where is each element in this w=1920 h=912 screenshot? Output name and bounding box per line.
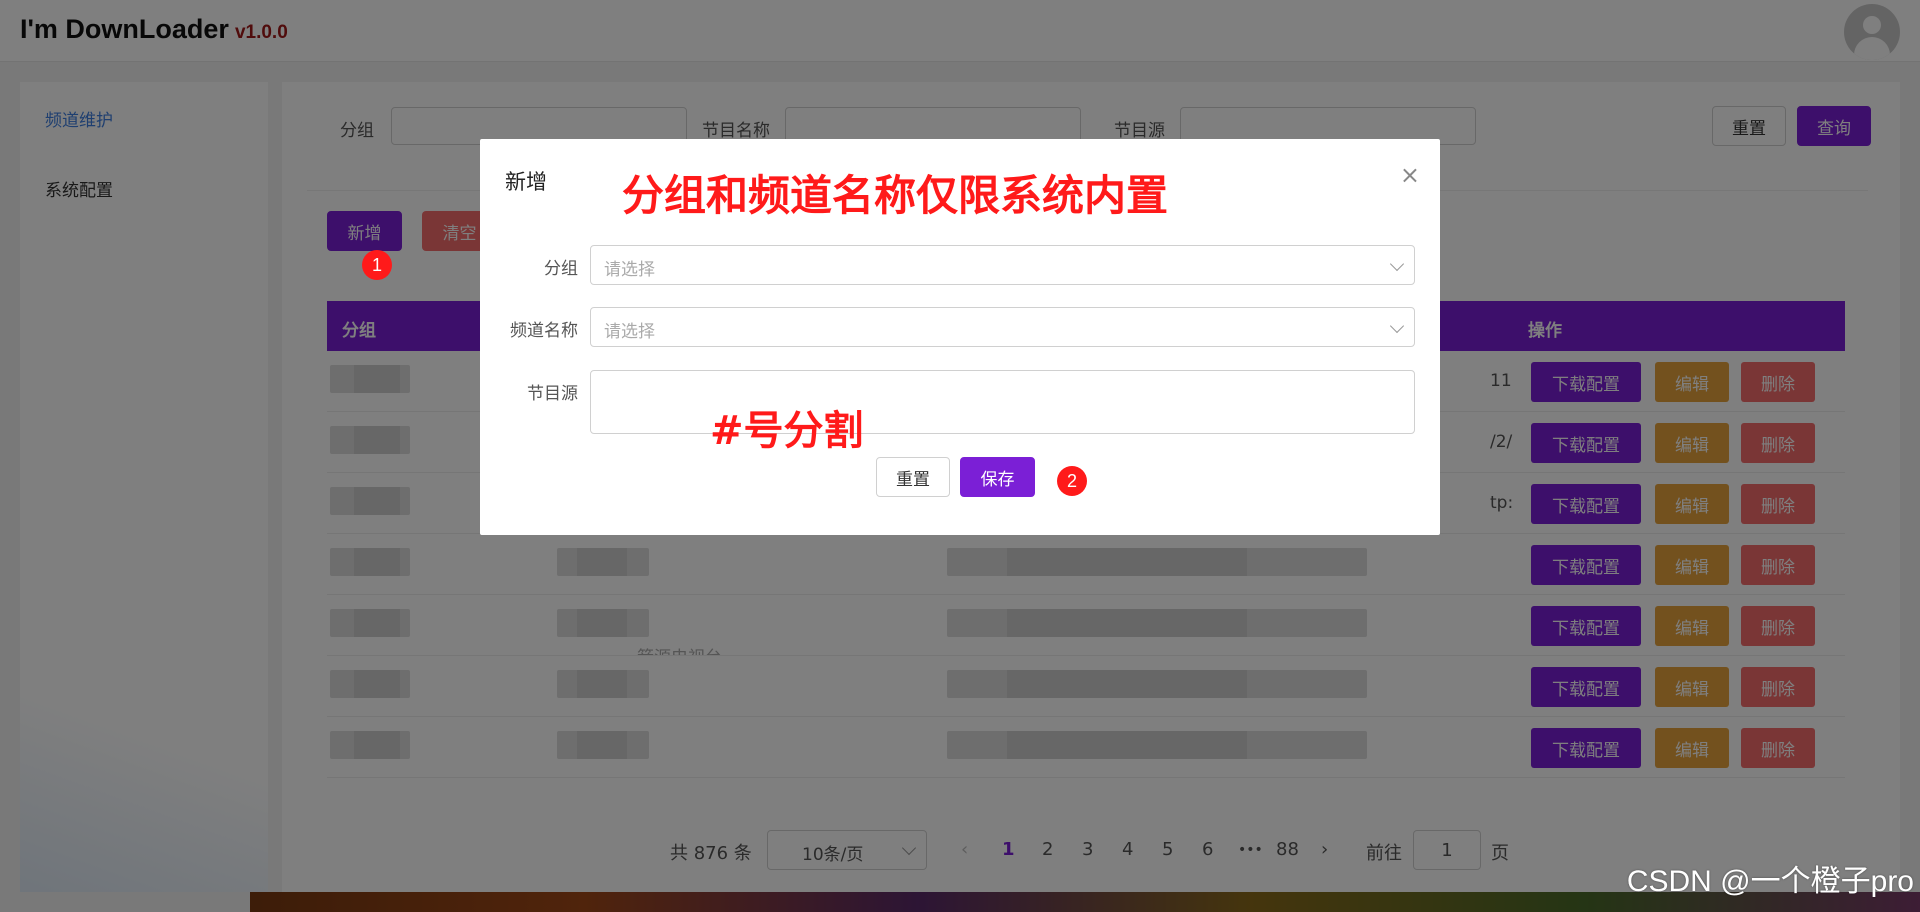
dialog-reset-button[interactable]: 重置 [876,457,950,497]
group-select[interactable]: 请选择 [590,245,1415,285]
field-source-label: 节目源 [527,384,578,404]
add-dialog: 新增 × 分组 请选择 频道名称 请选择 节目源 重置 保存 分组和频道名称仅限… [480,139,1440,535]
dialog-save-button[interactable]: 保存 [960,457,1035,497]
field-group-label: 分组 [544,259,578,279]
watermark: CSDN @一个橙子pro [1626,865,1914,898]
dialog-title: 新增 [505,170,547,194]
annotation-heading: 分组和频道名称仅限系统内置 [622,171,1169,220]
field-channel-label: 频道名称 [510,321,578,341]
annotation-source-hint: #号分割 [710,408,864,454]
chevron-down-icon [1389,256,1405,272]
chevron-down-icon [1389,318,1405,334]
channel-name-fragment: 箭源电视台 [637,643,722,655]
step-badge-1: 1 [362,250,392,280]
step-badge-2: 2 [1057,466,1087,496]
close-icon[interactable]: × [1400,161,1420,189]
channel-select[interactable]: 请选择 [590,307,1415,347]
